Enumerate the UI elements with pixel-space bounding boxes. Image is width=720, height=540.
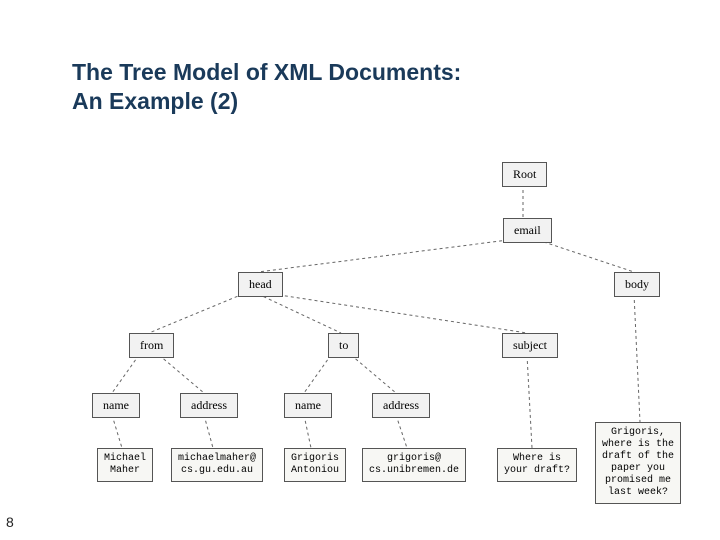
node-to-address: address (372, 393, 430, 418)
leaf-body-value: Grigoris, where is the draft of the pape… (595, 422, 681, 504)
leaf-from-address-value: michaelmaher@ cs.gu.edu.au (171, 448, 263, 482)
title-line-1: The Tree Model of XML Documents: (72, 59, 461, 85)
page-number: 8 (6, 514, 14, 530)
slide-title: The Tree Model of XML Documents: An Exam… (72, 58, 461, 116)
node-email: email (503, 218, 552, 243)
node-from-name: name (92, 393, 140, 418)
node-root: Root (502, 162, 547, 187)
node-to-name: name (284, 393, 332, 418)
leaf-from-name-value: Michael Maher (97, 448, 153, 482)
node-from: from (129, 333, 174, 358)
node-body: body (614, 272, 660, 297)
leaf-subject-value: Where is your draft? (497, 448, 577, 482)
leaf-to-name-value: Grigoris Antoniou (284, 448, 346, 482)
title-line-2: An Example (2) (72, 88, 238, 114)
node-head: head (238, 272, 283, 297)
node-from-address: address (180, 393, 238, 418)
node-subject: subject (502, 333, 558, 358)
node-to: to (328, 333, 359, 358)
leaf-to-address-value: grigoris@ cs.unibremen.de (362, 448, 466, 482)
